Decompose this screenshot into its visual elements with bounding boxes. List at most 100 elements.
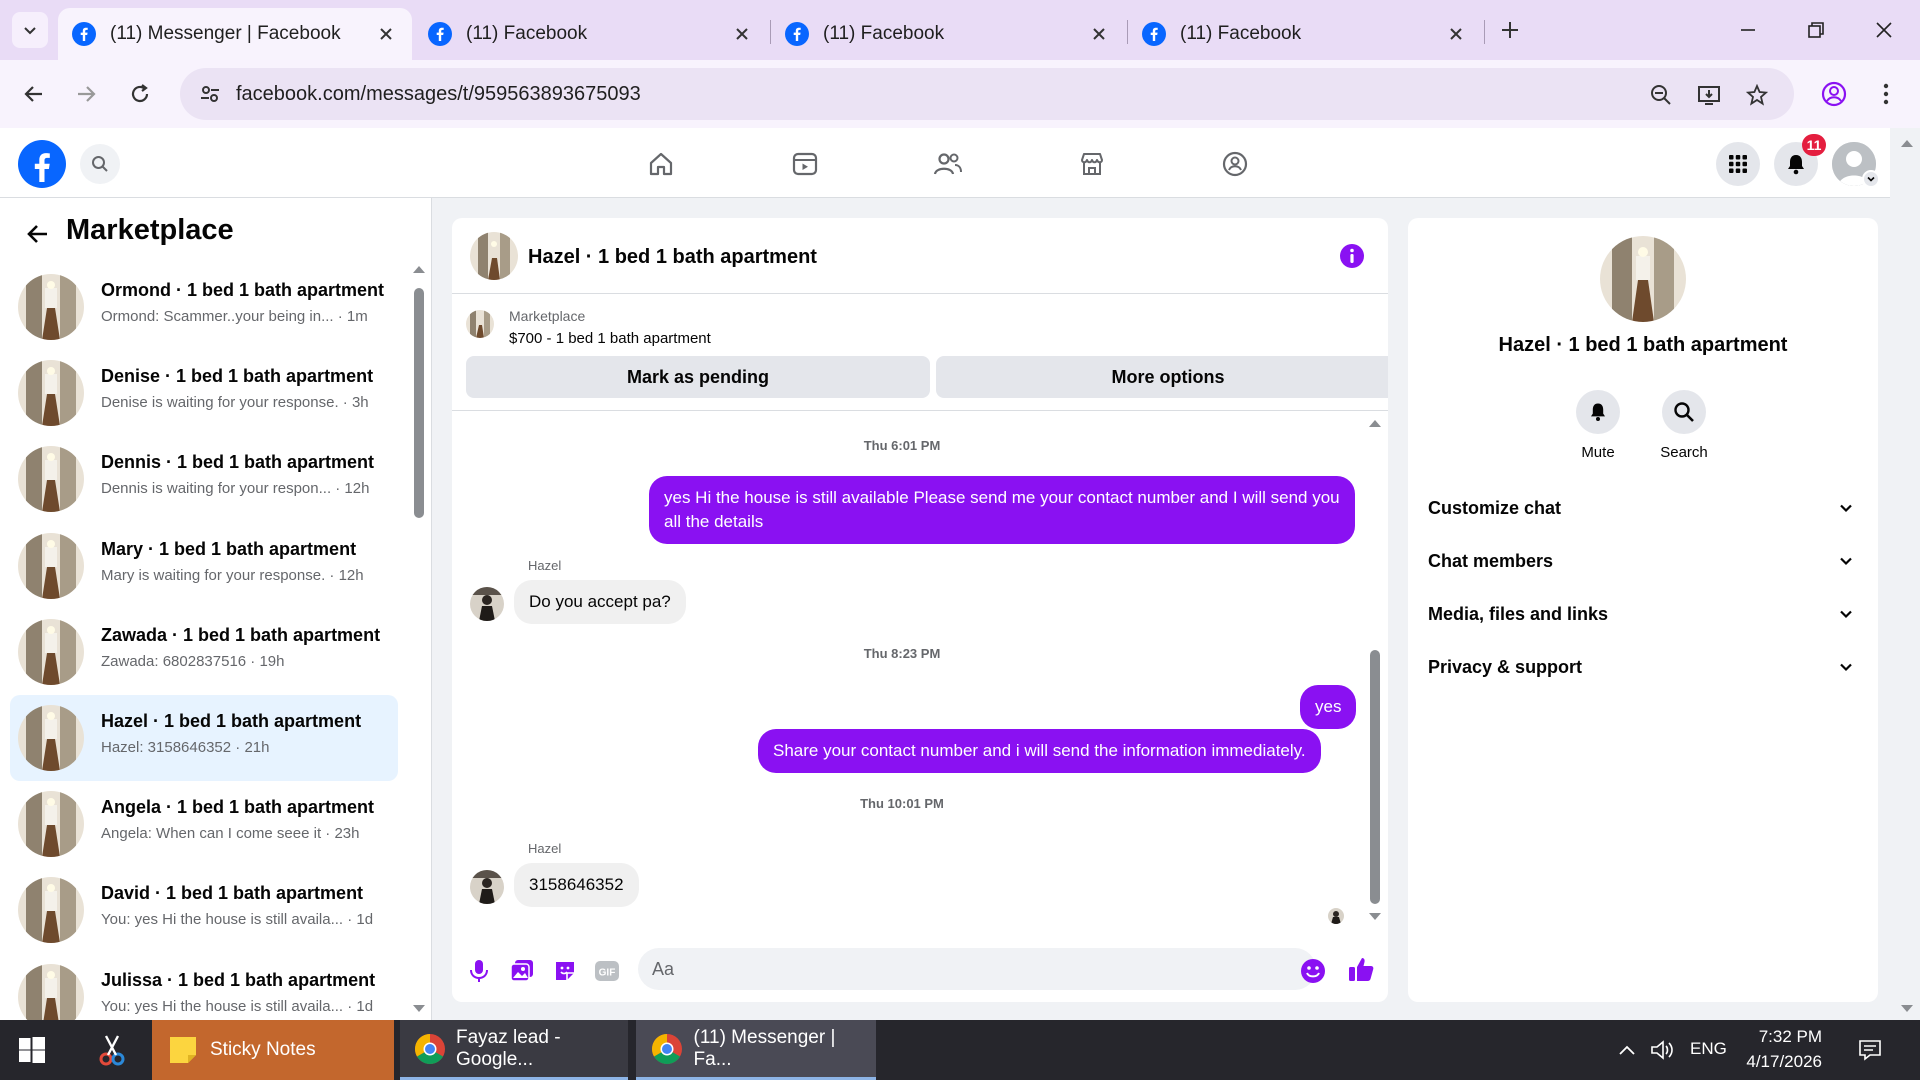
scroll-up-arrow-icon[interactable] (412, 264, 426, 274)
marketplace-icon[interactable] (1070, 142, 1114, 186)
conversation-sidebar: Marketplace Ormond · 1 bed 1 bath apartm… (0, 198, 432, 1030)
media-files-links-row[interactable]: Media, files and links (1428, 594, 1860, 634)
browser-toolbar: facebook.com/messages/t/959563893675093 (0, 60, 1920, 128)
taskbar-app-label: Fayaz lead - Google... (456, 1026, 561, 1070)
conversation-preview: Hazel: 3158646352 · 21h (101, 739, 270, 756)
conversation-name: Julissa · 1 bed 1 bath apartment (101, 969, 376, 990)
browser-menu-icon[interactable] (1866, 74, 1906, 114)
microphone-icon[interactable] (464, 956, 494, 986)
conversation-name: Ormond · 1 bed 1 bath apartment (101, 280, 385, 300)
customize-chat-row[interactable]: Customize chat (1428, 488, 1860, 528)
page-scroll-up-icon[interactable] (1900, 138, 1914, 148)
zoom-icon[interactable] (1646, 80, 1676, 110)
scroll-up-arrow-icon[interactable] (1368, 418, 1382, 428)
home-icon[interactable] (639, 142, 683, 186)
scroll-down-arrow-icon[interactable] (1368, 912, 1382, 922)
info-icon[interactable] (1338, 242, 1366, 270)
forward-arrow-icon[interactable] (66, 74, 106, 114)
back-arrow-icon[interactable] (22, 218, 54, 250)
restore-icon[interactable] (1786, 10, 1846, 50)
taskbar-clock[interactable]: 7:32 PM 4/17/2026 (1728, 1024, 1822, 1074)
conversation-item[interactable]: Ormond · 1 bed 1 bath apartment Ormond: S… (10, 264, 398, 350)
friends-icon[interactable] (926, 142, 970, 186)
message-input[interactable] (638, 948, 1316, 990)
back-arrow-icon[interactable] (14, 74, 54, 114)
groups-icon[interactable] (1213, 142, 1257, 186)
notification-badge: 11 (1802, 134, 1826, 156)
incoming-message[interactable]: 3158646352 (514, 863, 639, 907)
install-app-icon[interactable] (1694, 80, 1724, 110)
browser-tab-messenger[interactable]: (11) Messenger | Facebook (58, 8, 412, 60)
windows-taskbar: Sticky Notes Fayaz lead - Google... (11)… (0, 1020, 1920, 1080)
video-icon[interactable] (783, 142, 827, 186)
conversation-thumbnail (18, 532, 84, 599)
menu-grid-icon[interactable] (1716, 142, 1760, 186)
sender-avatar[interactable] (470, 587, 504, 621)
facebook-header (0, 128, 1890, 198)
mute-button[interactable]: Mute (1558, 390, 1638, 461)
sticker-icon[interactable] (550, 956, 580, 986)
sidebar-scrollbar[interactable] (414, 288, 424, 518)
emoji-icon[interactable] (1298, 956, 1328, 986)
browser-tab-facebook-3[interactable]: (11) Facebook (1128, 8, 1482, 60)
conversation-item[interactable]: Hazel · 1 bed 1 bath apartment Hazel: 315… (10, 695, 398, 781)
conversation-item[interactable]: David · 1 bed 1 bath apartment You: yes H… (10, 867, 398, 953)
chat-scrollbar[interactable] (1370, 650, 1380, 904)
outgoing-message[interactable]: yes (1300, 685, 1357, 729)
thumbs-up-icon[interactable] (1346, 954, 1376, 984)
snipping-tool-icon[interactable] (94, 1032, 130, 1068)
language-indicator[interactable]: ENG (1690, 1039, 1727, 1059)
gif-icon[interactable]: GIF (592, 956, 622, 986)
account-chevron-icon[interactable] (1862, 170, 1880, 188)
listing-price[interactable]: $700 - 1 bed 1 bath apartment (509, 330, 711, 347)
profile-icon[interactable] (1814, 74, 1854, 114)
reload-icon[interactable] (120, 74, 160, 114)
facebook-search-button[interactable] (80, 144, 120, 184)
chat-avatar[interactable] (470, 232, 518, 280)
close-tab-icon[interactable] (1444, 22, 1468, 46)
tab-search-button[interactable] (12, 12, 48, 48)
taskbar-app-sticky-notes[interactable]: Sticky Notes (152, 1020, 394, 1080)
outgoing-message[interactable]: Share your contact number and i will sen… (758, 729, 1321, 773)
search-in-chat-button[interactable]: Search (1644, 390, 1724, 461)
chat-members-row[interactable]: Chat members (1428, 541, 1860, 581)
bookmark-star-icon[interactable] (1742, 80, 1772, 110)
privacy-support-row[interactable]: Privacy & support (1428, 647, 1860, 687)
details-avatar[interactable] (1600, 236, 1686, 322)
photo-icon[interactable] (507, 956, 537, 986)
conversation-item[interactable]: Angela · 1 bed 1 bath apartment Angela: W… (10, 781, 398, 867)
taskbar-app-chrome-google[interactable]: Fayaz lead - Google... (400, 1020, 628, 1080)
notifications-center-icon[interactable] (1854, 1036, 1886, 1064)
mark-as-pending-button[interactable]: Mark as pending (466, 356, 930, 398)
conversation-item[interactable]: Zawada · 1 bed 1 bath apartment Zawada: 6… (10, 609, 398, 695)
more-options-button[interactable]: More options (936, 356, 1388, 398)
taskbar-app-chrome-messenger[interactable]: (11) Messenger | Fa... (636, 1020, 876, 1080)
listing-thumbnail[interactable] (466, 310, 494, 338)
site-info-icon[interactable] (196, 80, 224, 108)
page-scroll-down-icon[interactable] (1900, 1004, 1914, 1014)
conversation-thumbnail (18, 618, 84, 685)
browser-tab-strip: (11) Messenger | Facebook (11) Facebook … (0, 0, 1920, 60)
windows-start-icon[interactable] (16, 1034, 48, 1066)
facebook-logo-icon[interactable] (18, 140, 66, 188)
conversation-item[interactable]: Mary · 1 bed 1 bath apartment Mary is wai… (10, 523, 398, 609)
sender-avatar[interactable] (470, 870, 504, 904)
new-tab-icon[interactable] (1494, 14, 1526, 46)
close-tab-icon[interactable] (730, 22, 754, 46)
close-window-icon[interactable] (1854, 10, 1914, 50)
close-tab-icon[interactable] (1087, 22, 1111, 46)
browser-tab-facebook-1[interactable]: (11) Facebook (414, 8, 768, 60)
volume-icon[interactable] (1648, 1036, 1678, 1064)
scroll-down-arrow-icon[interactable] (412, 1004, 426, 1014)
browser-tab-facebook-2[interactable]: (11) Facebook (771, 8, 1125, 60)
minimize-icon[interactable] (1718, 10, 1778, 50)
conversation-item[interactable]: Denise · 1 bed 1 bath apartment Denise is… (10, 350, 398, 436)
facebook-favicon-icon (72, 22, 96, 46)
incoming-message[interactable]: Do you accept pa? (514, 580, 686, 624)
address-bar[interactable]: facebook.com/messages/t/959563893675093 (180, 68, 1794, 120)
sticky-notes-icon (166, 1033, 200, 1067)
outgoing-message[interactable]: yes Hi the house is still available Plea… (649, 476, 1355, 544)
close-tab-icon[interactable] (374, 22, 398, 46)
tray-chevron-up-icon[interactable] (1614, 1038, 1640, 1062)
conversation-item[interactable]: Dennis · 1 bed 1 bath apartment Dennis is… (10, 436, 398, 522)
